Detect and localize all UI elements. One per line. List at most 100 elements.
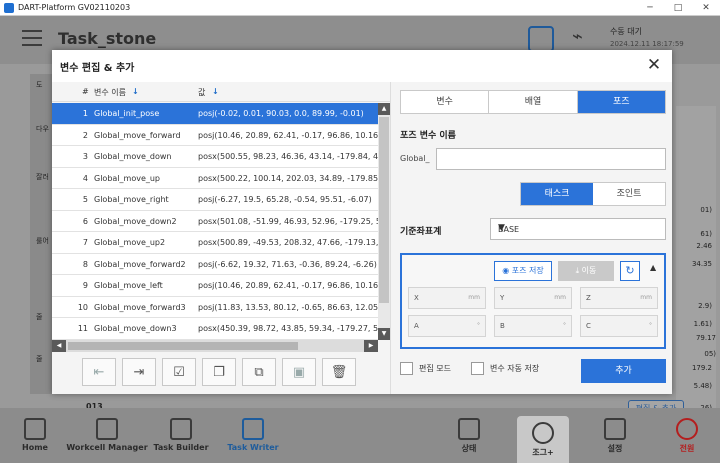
table-row[interactable]: 4 Global_move_up posx(500.22, 100.14, 202.… xyxy=(52,167,378,189)
field-c[interactable]: C ° xyxy=(580,315,658,337)
tab-variable[interactable]: 변수 xyxy=(401,91,490,113)
field-unit: ° xyxy=(649,322,652,329)
nav-label: Task Writer xyxy=(227,443,279,452)
sync-icon[interactable] xyxy=(528,26,554,52)
row-number: 5 xyxy=(82,195,88,204)
row-name: Global_move_down xyxy=(94,152,172,161)
sort-name-icon[interactable]: ↓ xyxy=(132,87,139,96)
table-row[interactable]: 8 Global_move_forward2 posj(-6.62, 19.32, … xyxy=(52,253,378,275)
col-no-header: # xyxy=(82,87,89,96)
table-row[interactable]: 2 Global_move_forward posj(10.46, 20.89, 6… xyxy=(52,124,378,146)
horizontal-scrollbar[interactable]: ◀ ▶ xyxy=(52,340,378,352)
save-pose-button[interactable]: ◉ 포즈 저장 xyxy=(494,261,552,281)
bottom-nav: Home Workcell Manager Task Builder Task … xyxy=(0,408,720,463)
bg-value: 1.61) xyxy=(693,320,712,328)
pose-box: ◉ 포즈 저장 ⤓ 이동 ↻ ▲ Xmm Ymm Zmm A ° B ° C ° xyxy=(400,253,666,349)
nav-label: 상태 xyxy=(461,444,477,453)
nav-power[interactable]: 전원 xyxy=(652,408,720,463)
table-row[interactable]: 3 Global_move_down posx(500.55, 98.23, 46.… xyxy=(52,146,378,168)
nav-status[interactable]: 상태 xyxy=(434,408,504,463)
checkbox-icon[interactable] xyxy=(471,362,484,375)
scroll-up-icon[interactable]: ▲ xyxy=(378,103,390,115)
table-row[interactable]: 6 Global_move_down2 posx(501.08, -51.99, 4… xyxy=(52,210,378,232)
move-button[interactable]: ⤓ 이동 xyxy=(558,261,614,281)
row-name: Global_move_right xyxy=(94,195,169,204)
checkbox-icon[interactable] xyxy=(400,362,413,375)
maximize-button[interactable]: □ xyxy=(664,0,692,16)
tab-pose[interactable]: 포즈 xyxy=(577,91,665,113)
row-value: posj(10.46, 20.89, 62.41, -0.17, 96.86, … xyxy=(198,281,378,290)
duplicate-icon[interactable]: ⧉ xyxy=(242,358,276,386)
paste-icon[interactable]: ▣ xyxy=(282,358,316,386)
row-number: 10 xyxy=(77,302,88,312)
left-label: 도 xyxy=(36,81,43,89)
nav-workcell-manager[interactable]: Workcell Manager xyxy=(66,408,148,463)
nav-task-writer[interactable]: Task Writer xyxy=(218,408,288,463)
window-title: DART-Platform GV02110203 xyxy=(18,3,131,12)
close-icon[interactable]: ✕ xyxy=(644,55,664,75)
menu-icon[interactable] xyxy=(22,30,42,46)
left-label: 줄 xyxy=(36,355,43,363)
indent-icon[interactable]: ⇤ xyxy=(82,358,116,386)
tab-joint[interactable]: 조인트 xyxy=(593,183,665,205)
home-icon xyxy=(24,418,46,440)
robot-status: 수동 대기 xyxy=(610,27,642,36)
vertical-scrollbar[interactable]: ▲ ▼ xyxy=(378,103,390,340)
refresh-icon[interactable]: ↻ xyxy=(620,261,640,281)
dialog-title: 변수 편집 & 추가 xyxy=(60,63,135,74)
add-button[interactable]: 추가 xyxy=(581,359,666,383)
nav-task-builder[interactable]: Task Builder xyxy=(146,408,216,463)
auto-save-checkbox[interactable]: 변수 자동 저장 xyxy=(471,362,539,375)
field-b[interactable]: B ° xyxy=(494,315,572,337)
trash-icon[interactable]: 🗑 xyxy=(322,358,356,386)
scroll-down-icon[interactable]: ▼ xyxy=(378,328,390,340)
nav-jog[interactable]: 조그+ xyxy=(517,416,569,463)
minimize-button[interactable]: ─ xyxy=(636,0,664,16)
collapse-icon[interactable]: ▲ xyxy=(650,263,656,272)
nav-home[interactable]: Home xyxy=(0,408,70,463)
scroll-right-icon[interactable]: ▶ xyxy=(364,340,378,352)
row-value: posx(500.89, -49.53, 208.32, 47.66, -179… xyxy=(198,238,378,247)
table-row[interactable]: 5 Global_move_right posj(-6.27, 19.5, 65.2… xyxy=(52,189,378,211)
table-row[interactable]: 11 Global_move_down3 posx(450.39, 98.72, 4… xyxy=(52,318,378,340)
edit-mode-checkbox[interactable]: 편집 모드 xyxy=(400,362,451,375)
edit-mode-label: 편집 모드 xyxy=(419,364,451,373)
row-name: Global_move_down3 xyxy=(94,324,177,333)
row-name: Global_move_up xyxy=(94,173,161,183)
col-value-header[interactable]: 값 xyxy=(198,87,205,98)
row-value: posx(501.08, -51.99, 46.93, 52.96, -179.… xyxy=(198,216,378,226)
table-row[interactable]: 7 Global_move_up2 posx(500.89, -49.53, 208… xyxy=(52,232,378,254)
field-z[interactable]: Zmm xyxy=(580,287,658,309)
field-a[interactable]: A ° xyxy=(408,315,486,337)
row-value: posx(500.55, 98.23, 46.36, 43.14, -179.8… xyxy=(198,152,378,161)
row-name: Global_move_forward xyxy=(94,130,181,140)
nav-settings[interactable]: 설정 xyxy=(580,408,650,463)
move-label: 이동 xyxy=(581,266,597,275)
sort-value-icon[interactable]: ↓ xyxy=(212,87,219,96)
close-window-button[interactable]: ✕ xyxy=(692,0,720,16)
bg-value: 5.48) xyxy=(693,382,712,390)
scroll-thumb[interactable] xyxy=(68,342,298,350)
field-x[interactable]: Xmm xyxy=(408,287,486,309)
field-y[interactable]: Ymm xyxy=(494,287,572,309)
field-unit: ° xyxy=(563,322,566,329)
task-builder-icon xyxy=(170,418,192,440)
scroll-thumb[interactable] xyxy=(379,117,389,303)
copy-icon[interactable]: ❐ xyxy=(202,358,236,386)
table-row[interactable]: 1 Global_init_pose posj(-0.02, 0.01, 90.03… xyxy=(52,103,378,125)
left-label: 잘러 xyxy=(36,173,49,181)
col-name-header[interactable]: 변수 이름 xyxy=(94,87,126,98)
row-number: 9 xyxy=(82,281,88,290)
coord-select[interactable]: BASE ▼ xyxy=(490,218,666,240)
scroll-left-icon[interactable]: ◀ xyxy=(52,340,66,352)
tab-task[interactable]: 태스크 xyxy=(521,183,593,205)
tab-array[interactable]: 배열 xyxy=(489,91,578,113)
bg-value: 2.9) xyxy=(698,302,712,310)
check-icon[interactable]: ☑ xyxy=(162,358,196,386)
table-row[interactable]: 10 Global_move_forward3 posj(11.83, 13.53,… xyxy=(52,296,378,318)
table-row[interactable]: 9 Global_move_left posj(10.46, 20.89, 62.4… xyxy=(52,275,378,297)
field-key: B xyxy=(500,322,505,330)
pose-name-input[interactable] xyxy=(436,148,666,170)
outdent-icon[interactable]: ⇥ xyxy=(122,358,156,386)
row-value: posx(500.22, 100.14, 202.03, 34.89, -179… xyxy=(198,173,378,183)
